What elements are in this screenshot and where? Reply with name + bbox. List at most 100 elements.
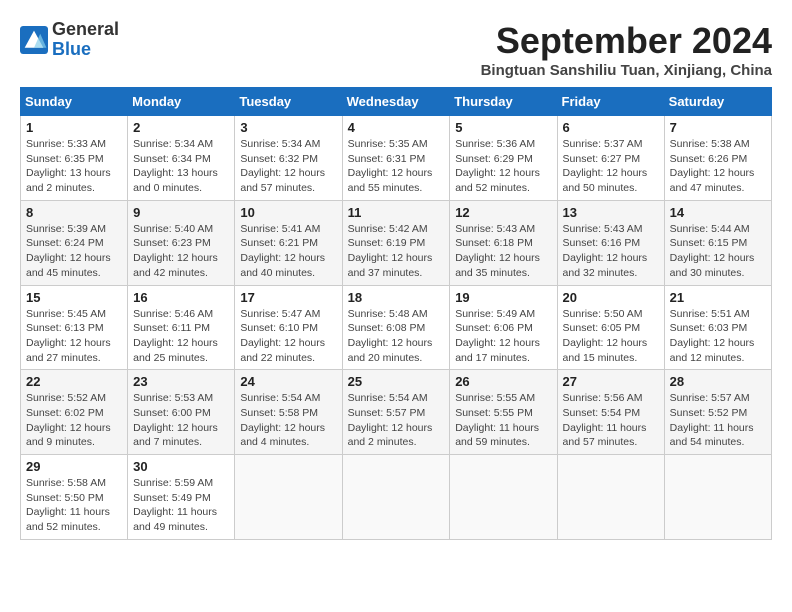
day-number: 3 [240, 120, 336, 135]
calendar-cell: 10 Sunrise: 5:41 AMSunset: 6:21 PMDayligh… [235, 200, 342, 285]
day-info: Sunrise: 5:54 AMSunset: 5:58 PMDaylight:… [240, 391, 336, 450]
logo-general-text: General [52, 20, 119, 40]
day-number: 5 [455, 120, 551, 135]
calendar-cell [557, 455, 664, 540]
day-number: 14 [670, 205, 766, 220]
day-info: Sunrise: 5:42 AMSunset: 6:19 PMDaylight:… [348, 222, 445, 281]
day-info: Sunrise: 5:47 AMSunset: 6:10 PMDaylight:… [240, 307, 336, 366]
day-info: Sunrise: 5:34 AMSunset: 6:32 PMDaylight:… [240, 137, 336, 196]
calendar-cell: 14 Sunrise: 5:44 AMSunset: 6:15 PMDayligh… [664, 200, 771, 285]
calendar-cell: 13Sunrise: 5:43 AMSunset: 6:16 PMDayligh… [557, 200, 664, 285]
calendar-week-row: 1 Sunrise: 5:33 AMSunset: 6:35 PMDaylight… [21, 116, 772, 201]
day-info: Sunrise: 5:59 AMSunset: 5:49 PMDaylight:… [133, 476, 229, 535]
day-info: Sunrise: 5:35 AMSunset: 6:31 PMDaylight:… [348, 137, 445, 196]
calendar-cell [664, 455, 771, 540]
day-number: 11 [348, 205, 445, 220]
calendar-cell: 3 Sunrise: 5:34 AMSunset: 6:32 PMDaylight… [235, 116, 342, 201]
header-thursday: Thursday [450, 88, 557, 116]
day-info: Sunrise: 5:36 AMSunset: 6:29 PMDaylight:… [455, 137, 551, 196]
day-number: 18 [348, 290, 445, 305]
day-number: 9 [133, 205, 229, 220]
title-section: September 2024 Bingtuan Sanshiliu Tuan, … [481, 20, 772, 79]
day-number: 6 [563, 120, 659, 135]
day-info: Sunrise: 5:43 AMSunset: 6:16 PMDaylight:… [563, 222, 659, 281]
day-number: 4 [348, 120, 445, 135]
calendar-cell: 6 Sunrise: 5:37 AMSunset: 6:27 PMDaylight… [557, 116, 664, 201]
day-info: Sunrise: 5:46 AMSunset: 6:11 PMDaylight:… [133, 307, 229, 366]
calendar-cell: 5 Sunrise: 5:36 AMSunset: 6:29 PMDaylight… [450, 116, 557, 201]
day-info: Sunrise: 5:57 AMSunset: 5:52 PMDaylight:… [670, 391, 766, 450]
calendar-cell [235, 455, 342, 540]
day-number: 21 [670, 290, 766, 305]
day-number: 8 [26, 205, 122, 220]
calendar-cell [450, 455, 557, 540]
day-number: 22 [26, 374, 122, 389]
day-number: 27 [563, 374, 659, 389]
calendar-cell: 29Sunrise: 5:58 AMSunset: 5:50 PMDayligh… [21, 455, 128, 540]
calendar-cell: 19 Sunrise: 5:49 AMSunset: 6:06 PMDayligh… [450, 285, 557, 370]
day-info: Sunrise: 5:52 AMSunset: 6:02 PMDaylight:… [26, 391, 122, 450]
calendar-cell: 24 Sunrise: 5:54 AMSunset: 5:58 PMDayligh… [235, 370, 342, 455]
header-friday: Friday [557, 88, 664, 116]
day-info: Sunrise: 5:58 AMSunset: 5:50 PMDaylight:… [26, 476, 122, 535]
logo-icon [20, 26, 48, 54]
calendar-cell: 1 Sunrise: 5:33 AMSunset: 6:35 PMDaylight… [21, 116, 128, 201]
location-text: Bingtuan Sanshiliu Tuan, Xinjiang, China [481, 62, 772, 79]
month-title: September 2024 [481, 20, 772, 62]
day-number: 30 [133, 459, 229, 474]
day-info: Sunrise: 5:37 AMSunset: 6:27 PMDaylight:… [563, 137, 659, 196]
calendar-cell: 7Sunrise: 5:38 AMSunset: 6:26 PMDaylight… [664, 116, 771, 201]
calendar-cell: 11 Sunrise: 5:42 AMSunset: 6:19 PMDayligh… [342, 200, 450, 285]
calendar-cell: 8 Sunrise: 5:39 AMSunset: 6:24 PMDaylight… [21, 200, 128, 285]
day-info: Sunrise: 5:34 AMSunset: 6:34 PMDaylight:… [133, 137, 229, 196]
calendar-cell: 12Sunrise: 5:43 AMSunset: 6:18 PMDayligh… [450, 200, 557, 285]
day-info: Sunrise: 5:55 AMSunset: 5:55 PMDaylight:… [455, 391, 551, 450]
header-monday: Monday [128, 88, 235, 116]
calendar-cell: 25Sunrise: 5:54 AMSunset: 5:57 PMDayligh… [342, 370, 450, 455]
logo: General Blue [20, 20, 119, 60]
day-number: 24 [240, 374, 336, 389]
day-number: 16 [133, 290, 229, 305]
day-info: Sunrise: 5:40 AMSunset: 6:23 PMDaylight:… [133, 222, 229, 281]
day-info: Sunrise: 5:49 AMSunset: 6:06 PMDaylight:… [455, 307, 551, 366]
day-number: 20 [563, 290, 659, 305]
header-tuesday: Tuesday [235, 88, 342, 116]
day-info: Sunrise: 5:54 AMSunset: 5:57 PMDaylight:… [348, 391, 445, 450]
calendar-cell: 15 Sunrise: 5:45 AMSunset: 6:13 PMDayligh… [21, 285, 128, 370]
day-info: Sunrise: 5:51 AMSunset: 6:03 PMDaylight:… [670, 307, 766, 366]
page-header: General Blue September 2024 Bingtuan San… [20, 20, 772, 79]
logo-blue-text: Blue [52, 40, 119, 60]
day-info: Sunrise: 5:44 AMSunset: 6:15 PMDaylight:… [670, 222, 766, 281]
calendar-cell: 28 Sunrise: 5:57 AMSunset: 5:52 PMDayligh… [664, 370, 771, 455]
calendar-cell: 18 Sunrise: 5:48 AMSunset: 6:08 PMDayligh… [342, 285, 450, 370]
calendar-week-row: 15 Sunrise: 5:45 AMSunset: 6:13 PMDayligh… [21, 285, 772, 370]
day-info: Sunrise: 5:50 AMSunset: 6:05 PMDaylight:… [563, 307, 659, 366]
calendar-cell: 27 Sunrise: 5:56 AMSunset: 5:54 PMDayligh… [557, 370, 664, 455]
calendar-cell: 16 Sunrise: 5:46 AMSunset: 6:11 PMDayligh… [128, 285, 235, 370]
day-info: Sunrise: 5:41 AMSunset: 6:21 PMDaylight:… [240, 222, 336, 281]
day-number: 28 [670, 374, 766, 389]
day-number: 15 [26, 290, 122, 305]
day-info: Sunrise: 5:33 AMSunset: 6:35 PMDaylight:… [26, 137, 122, 196]
day-info: Sunrise: 5:43 AMSunset: 6:18 PMDaylight:… [455, 222, 551, 281]
day-number: 10 [240, 205, 336, 220]
day-number: 1 [26, 120, 122, 135]
calendar-cell: 21 Sunrise: 5:51 AMSunset: 6:03 PMDayligh… [664, 285, 771, 370]
calendar-cell [342, 455, 450, 540]
day-info: Sunrise: 5:39 AMSunset: 6:24 PMDaylight:… [26, 222, 122, 281]
day-number: 7 [670, 120, 766, 135]
calendar-cell: 30 Sunrise: 5:59 AMSunset: 5:49 PMDayligh… [128, 455, 235, 540]
calendar-cell: 26 Sunrise: 5:55 AMSunset: 5:55 PMDayligh… [450, 370, 557, 455]
day-info: Sunrise: 5:48 AMSunset: 6:08 PMDaylight:… [348, 307, 445, 366]
day-number: 17 [240, 290, 336, 305]
calendar-cell: 9 Sunrise: 5:40 AMSunset: 6:23 PMDaylight… [128, 200, 235, 285]
day-number: 26 [455, 374, 551, 389]
calendar-week-row: 8 Sunrise: 5:39 AMSunset: 6:24 PMDaylight… [21, 200, 772, 285]
day-info: Sunrise: 5:56 AMSunset: 5:54 PMDaylight:… [563, 391, 659, 450]
calendar-table: SundayMondayTuesdayWednesdayThursdayFrid… [20, 87, 772, 540]
day-info: Sunrise: 5:45 AMSunset: 6:13 PMDaylight:… [26, 307, 122, 366]
day-number: 23 [133, 374, 229, 389]
day-info: Sunrise: 5:53 AMSunset: 6:00 PMDaylight:… [133, 391, 229, 450]
day-number: 19 [455, 290, 551, 305]
calendar-cell: 2Sunrise: 5:34 AMSunset: 6:34 PMDaylight… [128, 116, 235, 201]
